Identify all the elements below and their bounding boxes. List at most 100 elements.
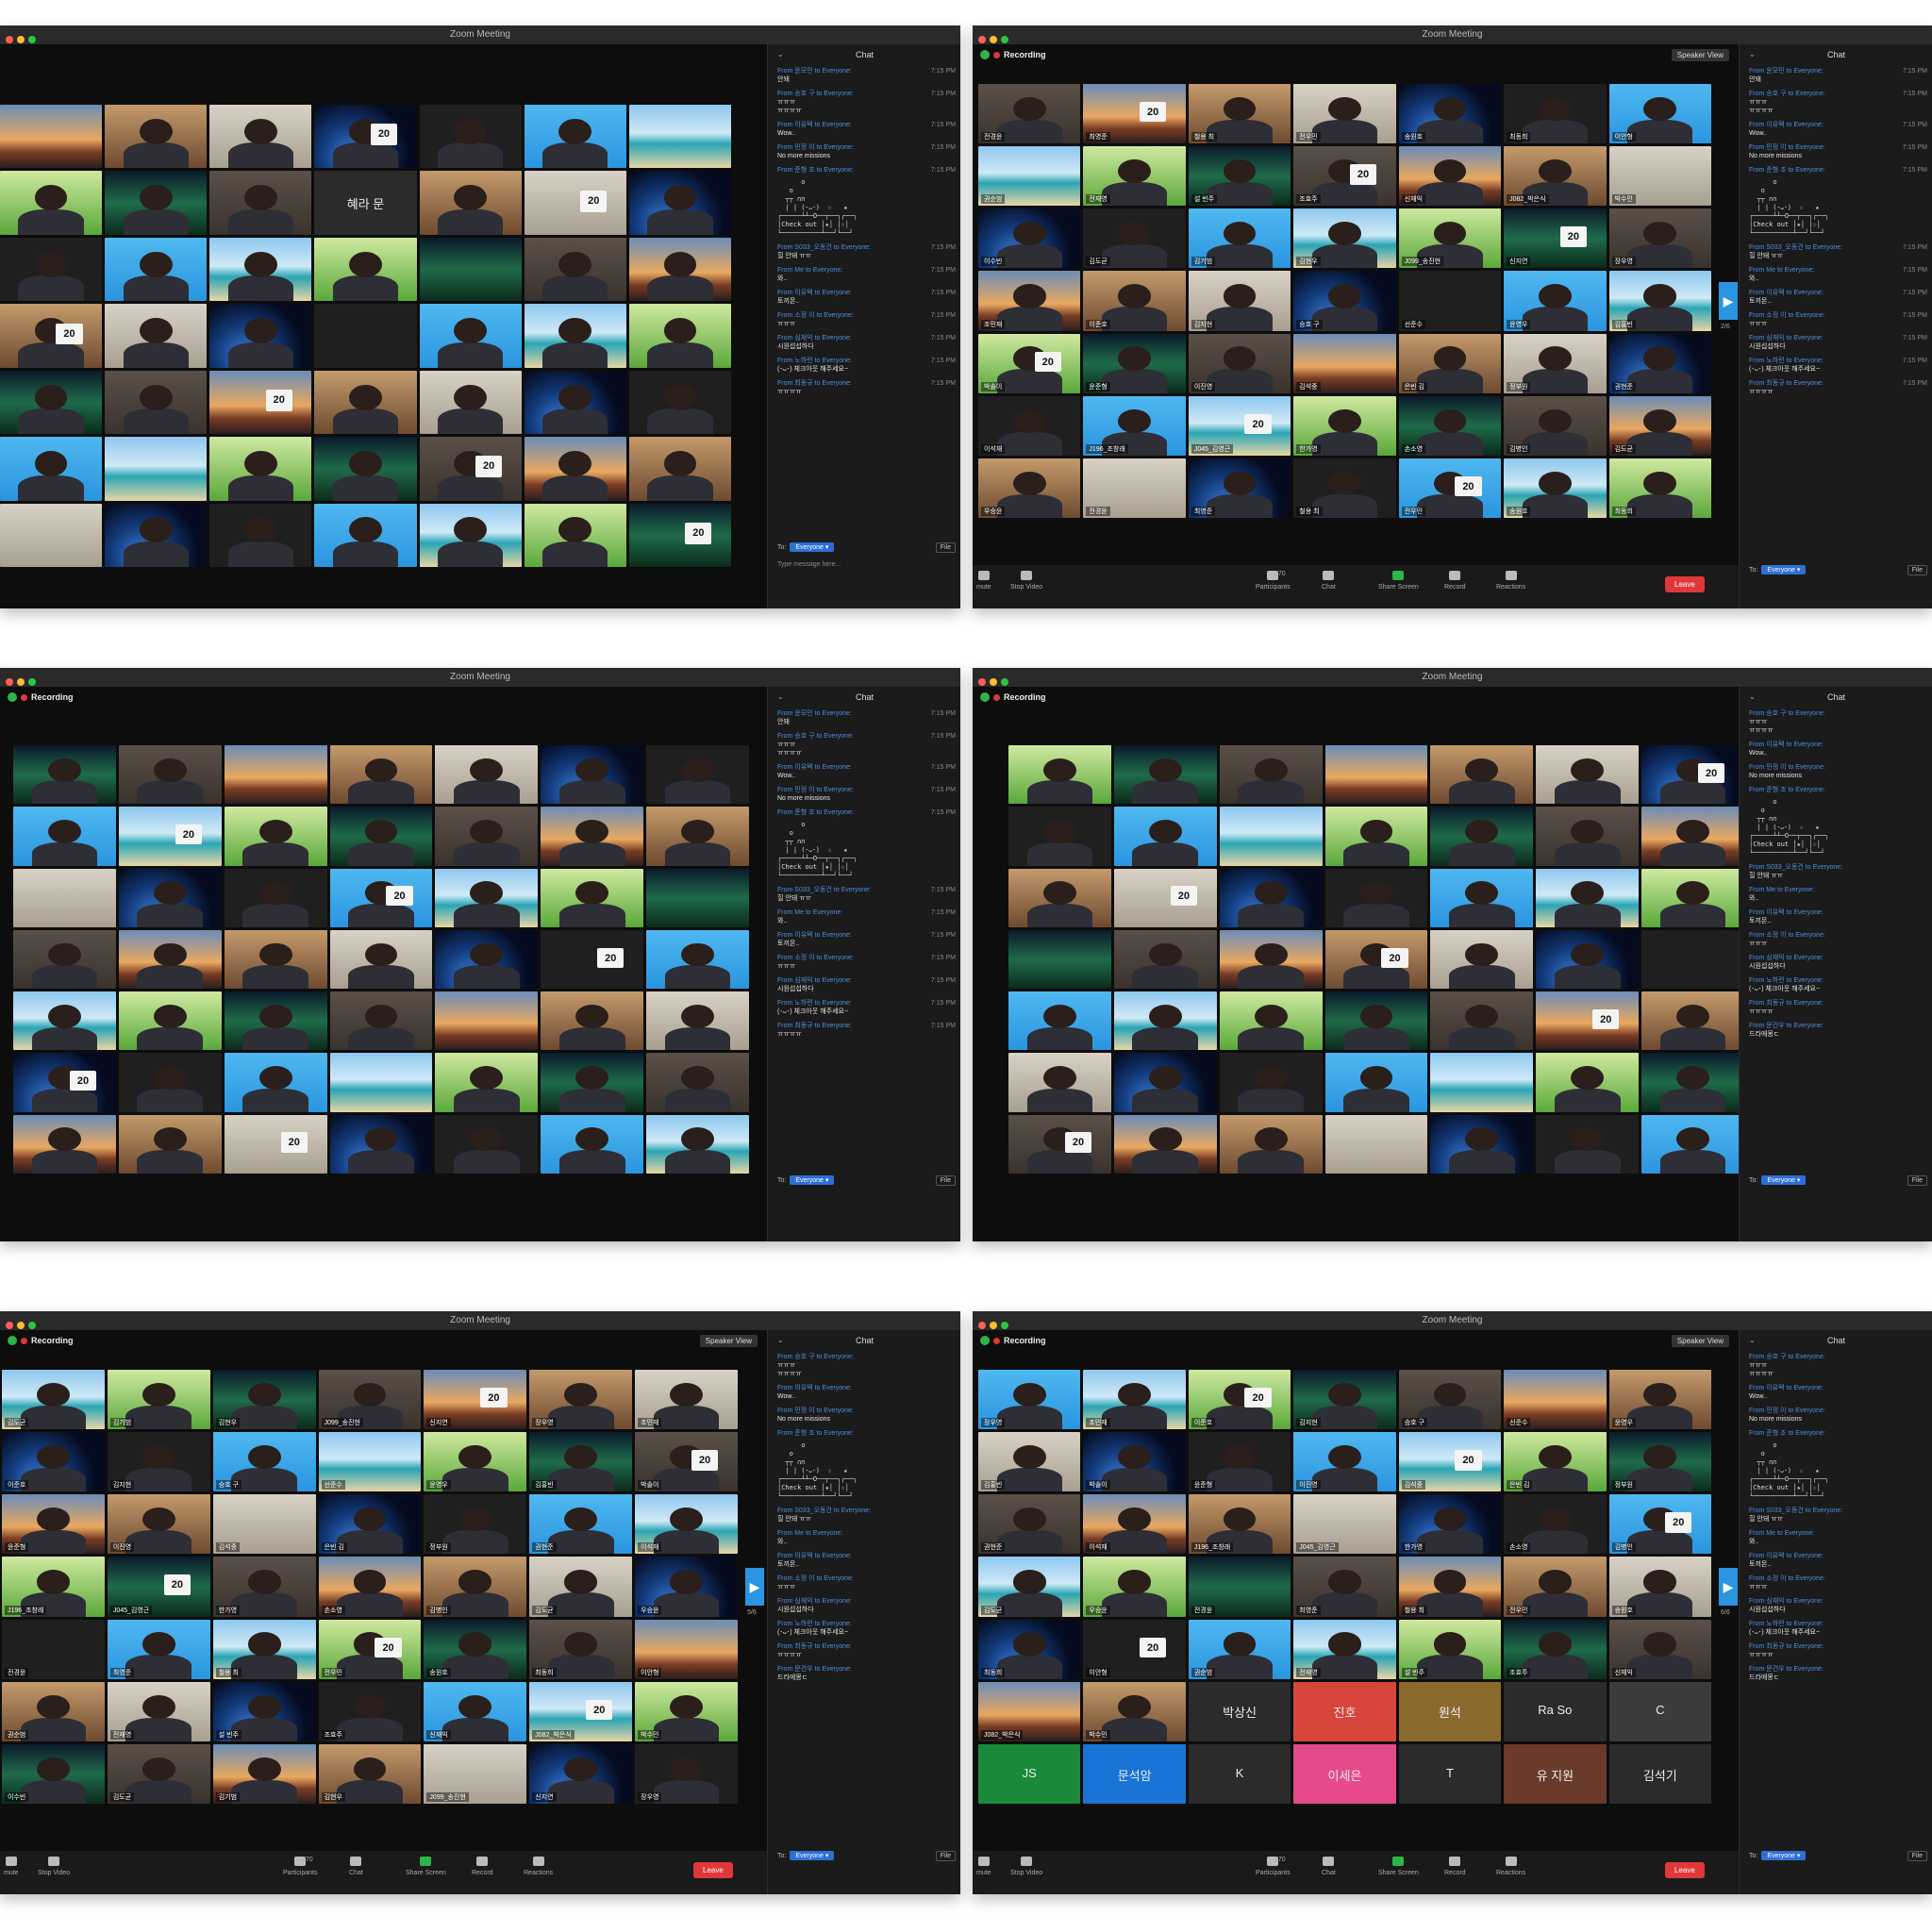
participant-tile[interactable] xyxy=(1430,745,1534,805)
participant-tile[interactable] xyxy=(105,171,208,235)
participant-tile[interactable]: 20 J045_김영근 xyxy=(107,1557,210,1617)
participant-tile[interactable]: 20 J045_김영근 xyxy=(1188,395,1291,456)
participant-tile[interactable]: 장우영 xyxy=(635,1743,738,1804)
recipient-dropdown[interactable]: Everyone ▾ xyxy=(790,1175,835,1185)
participant-tile[interactable]: 우승윤 xyxy=(978,458,1081,518)
participant-tile[interactable] xyxy=(646,1053,749,1112)
participant-tile[interactable]: J196_조창래 xyxy=(1083,395,1186,456)
participant-tile[interactable]: 박수민 xyxy=(1608,146,1711,207)
participant-tile[interactable] xyxy=(1008,929,1111,990)
participant-tile[interactable] xyxy=(0,437,103,501)
participant-tile[interactable]: 이수빈 xyxy=(978,208,1081,269)
participant-tile[interactable] xyxy=(1113,745,1217,805)
participant-tile[interactable]: 최영준 xyxy=(1188,458,1291,518)
participant-tile[interactable]: 20 xyxy=(1008,1114,1111,1174)
participant-tile[interactable]: 권순범 xyxy=(978,146,1081,207)
participant-tile[interactable] xyxy=(524,437,626,501)
participant-tile[interactable] xyxy=(646,745,749,805)
participant-tile[interactable] xyxy=(1641,929,1739,990)
participant-tile[interactable]: 김홍빈 xyxy=(978,1432,1081,1492)
participant-tile[interactable]: 20 이준호 xyxy=(1188,1370,1291,1430)
record-button[interactable]: Record xyxy=(472,1857,493,1876)
leave-button[interactable]: Leave xyxy=(1665,1862,1705,1878)
participant-tile[interactable] xyxy=(13,1114,116,1174)
participant-tile[interactable] xyxy=(224,991,327,1051)
participant-tile[interactable] xyxy=(435,929,539,990)
leave-button[interactable]: Leave xyxy=(1665,576,1705,592)
participant-tile[interactable] xyxy=(435,1053,539,1112)
file-button[interactable]: File xyxy=(1907,1175,1927,1186)
participant-tile[interactable]: JS xyxy=(978,1743,1081,1804)
participant-tile[interactable]: Ra So xyxy=(1504,1681,1607,1741)
participant-tile[interactable] xyxy=(0,237,103,302)
participant-tile[interactable]: 김도균 xyxy=(2,1370,105,1430)
participant-tile[interactable]: 김현우 xyxy=(212,1370,316,1430)
participant-tile[interactable] xyxy=(0,503,103,567)
participant-tile[interactable] xyxy=(1008,807,1111,866)
participant-tile[interactable]: 김도균 xyxy=(529,1557,633,1617)
participant-tile[interactable]: 윤준형 xyxy=(1188,1432,1291,1492)
participant-tile[interactable]: 조민재 xyxy=(1083,1370,1186,1430)
participant-tile[interactable]: 원석 xyxy=(1398,1681,1502,1741)
participant-tile[interactable] xyxy=(224,868,327,927)
participant-tile[interactable]: 20 xyxy=(224,1114,327,1174)
participant-tile[interactable]: 최동희 xyxy=(978,1619,1081,1679)
participant-tile[interactable] xyxy=(105,304,208,368)
participant-tile[interactable] xyxy=(646,807,749,866)
participant-tile[interactable]: 정부원 xyxy=(424,1494,527,1555)
participant-tile[interactable]: 신재익 xyxy=(1398,146,1502,207)
participant-tile[interactable]: 윤영우 xyxy=(1504,271,1607,331)
speaker-view-button[interactable]: Speaker View xyxy=(699,1335,758,1347)
participant-tile[interactable]: 선준수 xyxy=(1504,1370,1607,1430)
participant-tile[interactable]: 신재익 xyxy=(1608,1619,1711,1679)
participant-tile[interactable] xyxy=(1113,807,1217,866)
participant-tile[interactable]: 손소영 xyxy=(318,1557,422,1617)
participant-tile[interactable]: 김현우 xyxy=(1293,208,1396,269)
participant-tile[interactable] xyxy=(1008,1053,1111,1112)
participant-tile[interactable]: 송원호 xyxy=(1608,1557,1711,1617)
participant-tile[interactable] xyxy=(419,370,522,435)
participant-tile[interactable] xyxy=(314,237,417,302)
participant-tile[interactable] xyxy=(524,370,626,435)
participant-tile[interactable] xyxy=(13,868,116,927)
participant-tile[interactable] xyxy=(329,745,433,805)
participant-tile[interactable] xyxy=(209,503,312,567)
participant-tile[interactable] xyxy=(628,237,731,302)
mute-button[interactable]: mute xyxy=(4,1857,19,1876)
participant-tile[interactable]: 이석재 xyxy=(635,1494,738,1555)
next-page-arrow[interactable]: ▶ xyxy=(1719,1568,1738,1606)
participant-tile[interactable] xyxy=(419,105,522,169)
participant-tile[interactable] xyxy=(118,1053,222,1112)
participant-tile[interactable]: 이준호 xyxy=(1083,271,1186,331)
participant-tile[interactable]: 전재영 xyxy=(1293,1619,1396,1679)
participant-tile[interactable]: 승호 구 xyxy=(212,1432,316,1492)
participant-tile[interactable]: 20 xyxy=(1641,745,1739,805)
participant-tile[interactable]: J099_송진현 xyxy=(424,1743,527,1804)
participant-tile[interactable] xyxy=(1536,807,1640,866)
participant-tile[interactable]: 은빈 김 xyxy=(1398,333,1502,393)
share-screen-button[interactable]: Share Screen xyxy=(406,1857,446,1876)
participant-tile[interactable]: 송원호 xyxy=(1398,84,1502,144)
participant-tile[interactable]: 철용 최 xyxy=(212,1619,316,1679)
participant-tile[interactable]: 설 빈주 xyxy=(1188,146,1291,207)
participant-tile[interactable] xyxy=(524,237,626,302)
participant-tile[interactable] xyxy=(329,1114,433,1174)
participant-tile[interactable]: 20 J082_박은식 xyxy=(529,1681,633,1741)
file-button[interactable]: File xyxy=(1907,565,1927,575)
participant-tile[interactable]: 박솔이 xyxy=(1083,1432,1186,1492)
participant-tile[interactable]: 20 xyxy=(524,171,626,235)
participant-tile[interactable] xyxy=(13,745,116,805)
participant-tile[interactable]: 박수민 xyxy=(1083,1681,1186,1741)
participant-tile[interactable] xyxy=(1219,1114,1323,1174)
participant-tile[interactable] xyxy=(1536,929,1640,990)
participant-tile[interactable]: 철용 최 xyxy=(1188,84,1291,144)
participant-tile[interactable]: 박수민 xyxy=(635,1681,738,1741)
recipient-dropdown[interactable]: Everyone ▾ xyxy=(1761,565,1807,575)
participant-tile[interactable]: 20 신지연 xyxy=(1504,208,1607,269)
chat-input[interactable]: Type message here... xyxy=(777,561,841,568)
participant-tile[interactable]: J045_김영근 xyxy=(1293,1494,1396,1555)
participant-tile[interactable] xyxy=(646,929,749,990)
participant-tile[interactable]: 이석재 xyxy=(1083,1494,1186,1555)
participant-tile[interactable] xyxy=(1113,1053,1217,1112)
participant-tile[interactable]: 설 빈주 xyxy=(212,1681,316,1741)
